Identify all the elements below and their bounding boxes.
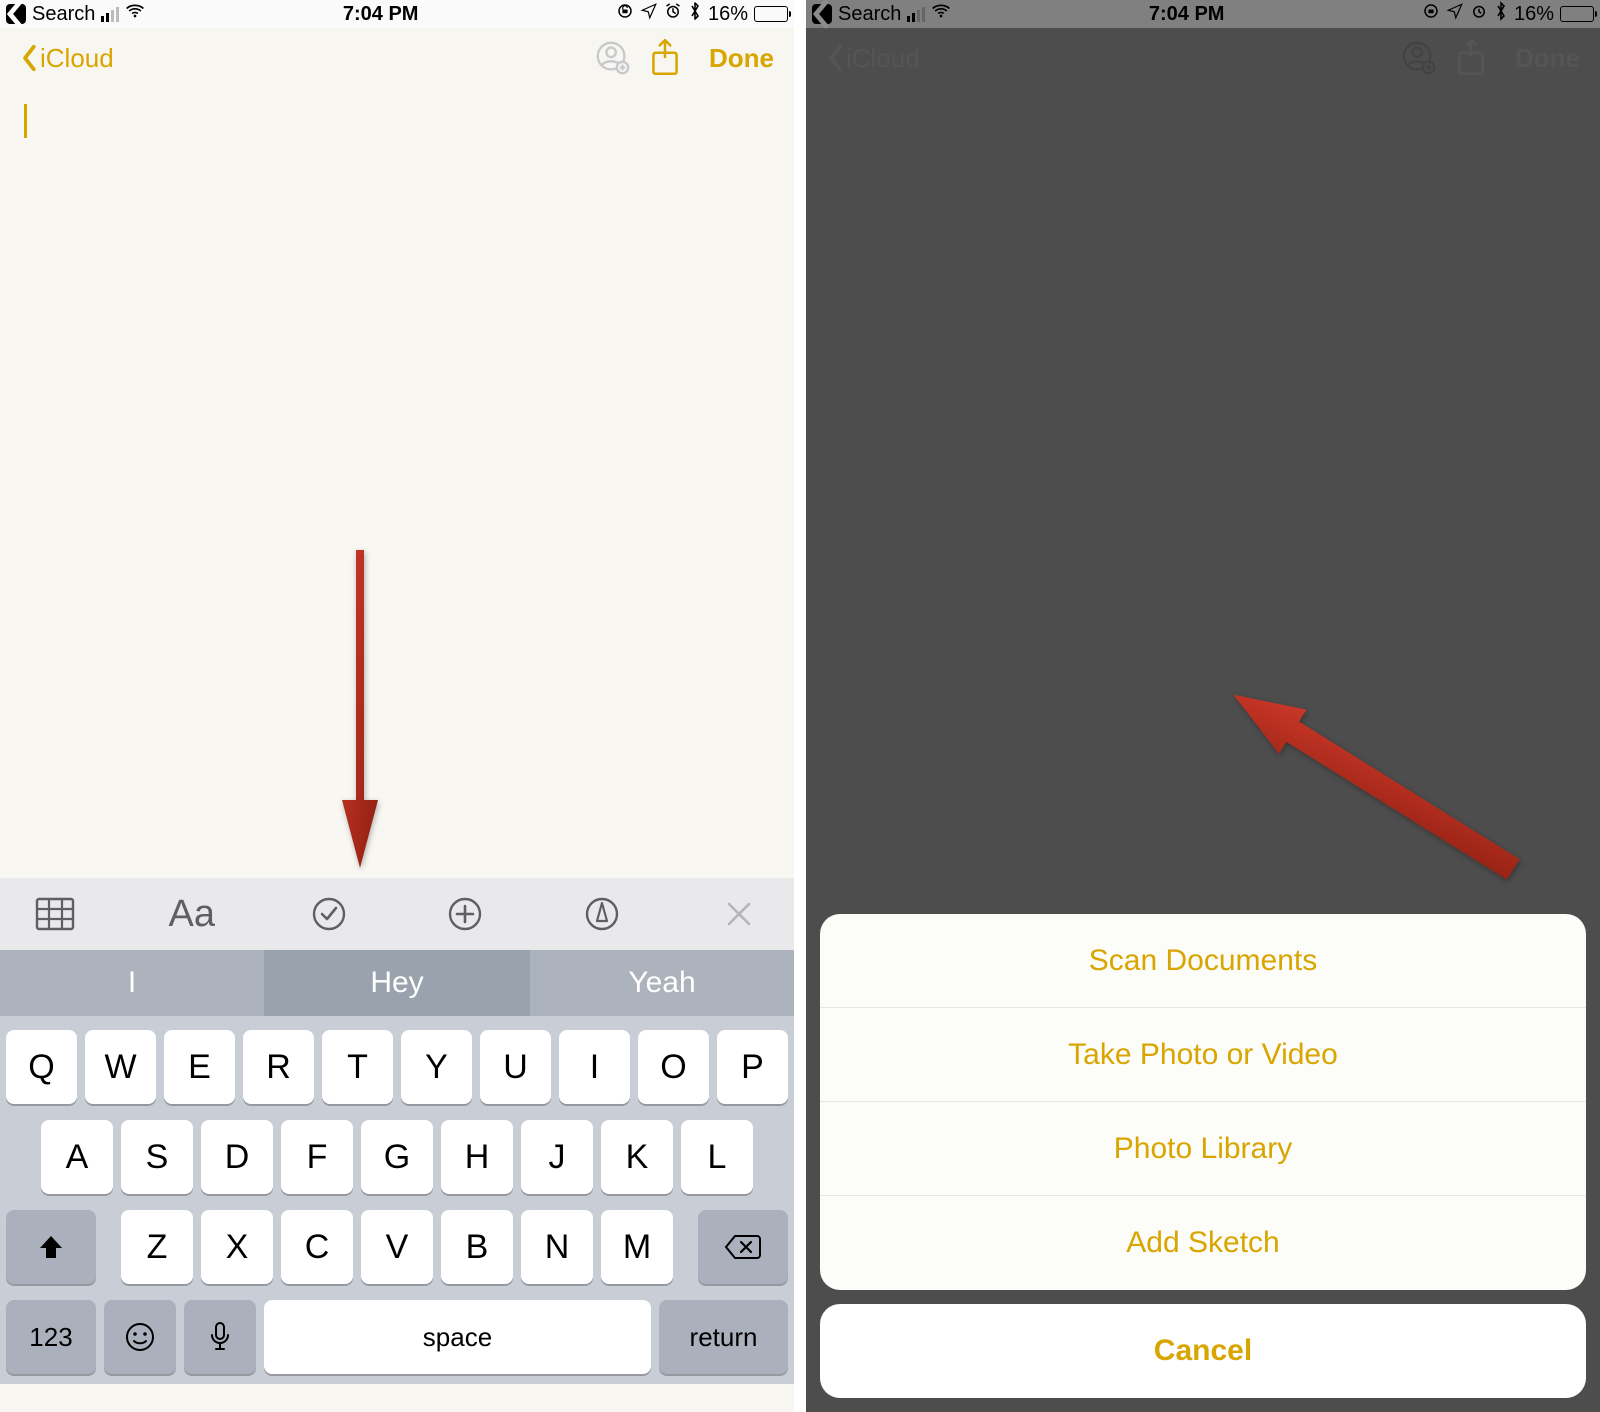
rotation-lock-icon <box>616 2 634 26</box>
action-take-photo-video[interactable]: Take Photo or Video <box>820 1008 1586 1102</box>
key-k[interactable]: K <box>601 1120 673 1194</box>
battery-icon <box>754 6 788 22</box>
done-button[interactable]: Done <box>709 43 774 74</box>
key-z[interactable]: Z <box>121 1210 193 1284</box>
key-f[interactable]: F <box>281 1120 353 1194</box>
action-scan-documents[interactable]: Scan Documents <box>820 914 1586 1008</box>
key-i[interactable]: I <box>559 1030 630 1104</box>
key-x[interactable]: X <box>201 1210 273 1284</box>
key-h[interactable]: H <box>441 1120 513 1194</box>
share-icon[interactable] <box>645 38 685 78</box>
key-s[interactable]: S <box>121 1120 193 1194</box>
return-key[interactable]: return <box>659 1300 788 1374</box>
status-time: 7:04 PM <box>151 3 610 26</box>
key-m[interactable]: M <box>601 1210 673 1284</box>
back-to-search-chip[interactable] <box>6 4 26 24</box>
back-button[interactable]: iCloud <box>20 43 114 74</box>
suggestion-2[interactable]: Yeah <box>530 950 794 1016</box>
key-d[interactable]: D <box>201 1120 273 1194</box>
location-icon <box>640 2 658 26</box>
key-t[interactable]: T <box>322 1030 393 1104</box>
markup-icon[interactable] <box>577 889 627 939</box>
table-icon[interactable] <box>30 889 80 939</box>
action-sheet: Scan Documents Take Photo or Video Photo… <box>820 914 1586 1398</box>
key-v[interactable]: V <box>361 1210 433 1284</box>
battery-percent: 16% <box>708 3 748 26</box>
suggestion-1[interactable]: Hey <box>265 950 530 1016</box>
add-attachment-button[interactable] <box>440 889 490 939</box>
action-add-sketch[interactable]: Add Sketch <box>820 1196 1586 1290</box>
key-q[interactable]: Q <box>6 1030 77 1104</box>
bluetooth-icon <box>688 1 702 27</box>
key-o[interactable]: O <box>638 1030 709 1104</box>
action-sheet-options: Scan Documents Take Photo or Video Photo… <box>820 914 1586 1290</box>
shift-key[interactable] <box>6 1210 96 1284</box>
keyboard: QWERTYUIOP ASDFGHJKL ZXCVBNM 123 space r… <box>0 1016 794 1384</box>
nav-bar: iCloud Done <box>0 28 794 88</box>
key-u[interactable]: U <box>480 1030 551 1104</box>
dictation-key[interactable] <box>184 1300 256 1374</box>
key-l[interactable]: L <box>681 1120 753 1194</box>
text-format-button[interactable]: Aa <box>167 889 217 939</box>
backspace-key[interactable] <box>698 1210 788 1284</box>
alarm-icon <box>664 2 682 26</box>
numeric-key[interactable]: 123 <box>6 1300 96 1374</box>
status-search-label[interactable]: Search <box>32 3 95 26</box>
close-toolbar-icon[interactable] <box>714 889 764 939</box>
action-photo-library[interactable]: Photo Library <box>820 1102 1586 1196</box>
key-c[interactable]: C <box>281 1210 353 1284</box>
key-n[interactable]: N <box>521 1210 593 1284</box>
key-b[interactable]: B <box>441 1210 513 1284</box>
key-a[interactable]: A <box>41 1120 113 1194</box>
note-body[interactable] <box>0 88 794 878</box>
text-cursor <box>24 104 27 138</box>
key-r[interactable]: R <box>243 1030 314 1104</box>
action-cancel[interactable]: Cancel <box>820 1304 1586 1398</box>
key-p[interactable]: P <box>717 1030 788 1104</box>
checklist-icon[interactable] <box>304 889 354 939</box>
back-label: iCloud <box>40 43 114 74</box>
cellular-signal-icon <box>101 7 119 22</box>
space-key[interactable]: space <box>264 1300 651 1374</box>
key-e[interactable]: E <box>164 1030 235 1104</box>
wifi-icon <box>125 1 145 27</box>
key-g[interactable]: G <box>361 1120 433 1194</box>
status-bar: Search 7:04 PM 16% <box>0 0 794 28</box>
keyboard-suggestions: I Hey Yeah <box>0 950 794 1016</box>
collaborate-icon[interactable] <box>593 38 633 78</box>
phone-left: Search 7:04 PM 16% <box>0 0 794 1412</box>
key-j[interactable]: J <box>521 1120 593 1194</box>
key-w[interactable]: W <box>85 1030 156 1104</box>
phone-right: Search 7:04 PM 16% iCloud <box>806 0 1600 1412</box>
suggestion-0[interactable]: I <box>0 950 265 1016</box>
key-y[interactable]: Y <box>401 1030 472 1104</box>
emoji-key[interactable] <box>104 1300 176 1374</box>
note-format-toolbar: Aa <box>0 878 794 950</box>
